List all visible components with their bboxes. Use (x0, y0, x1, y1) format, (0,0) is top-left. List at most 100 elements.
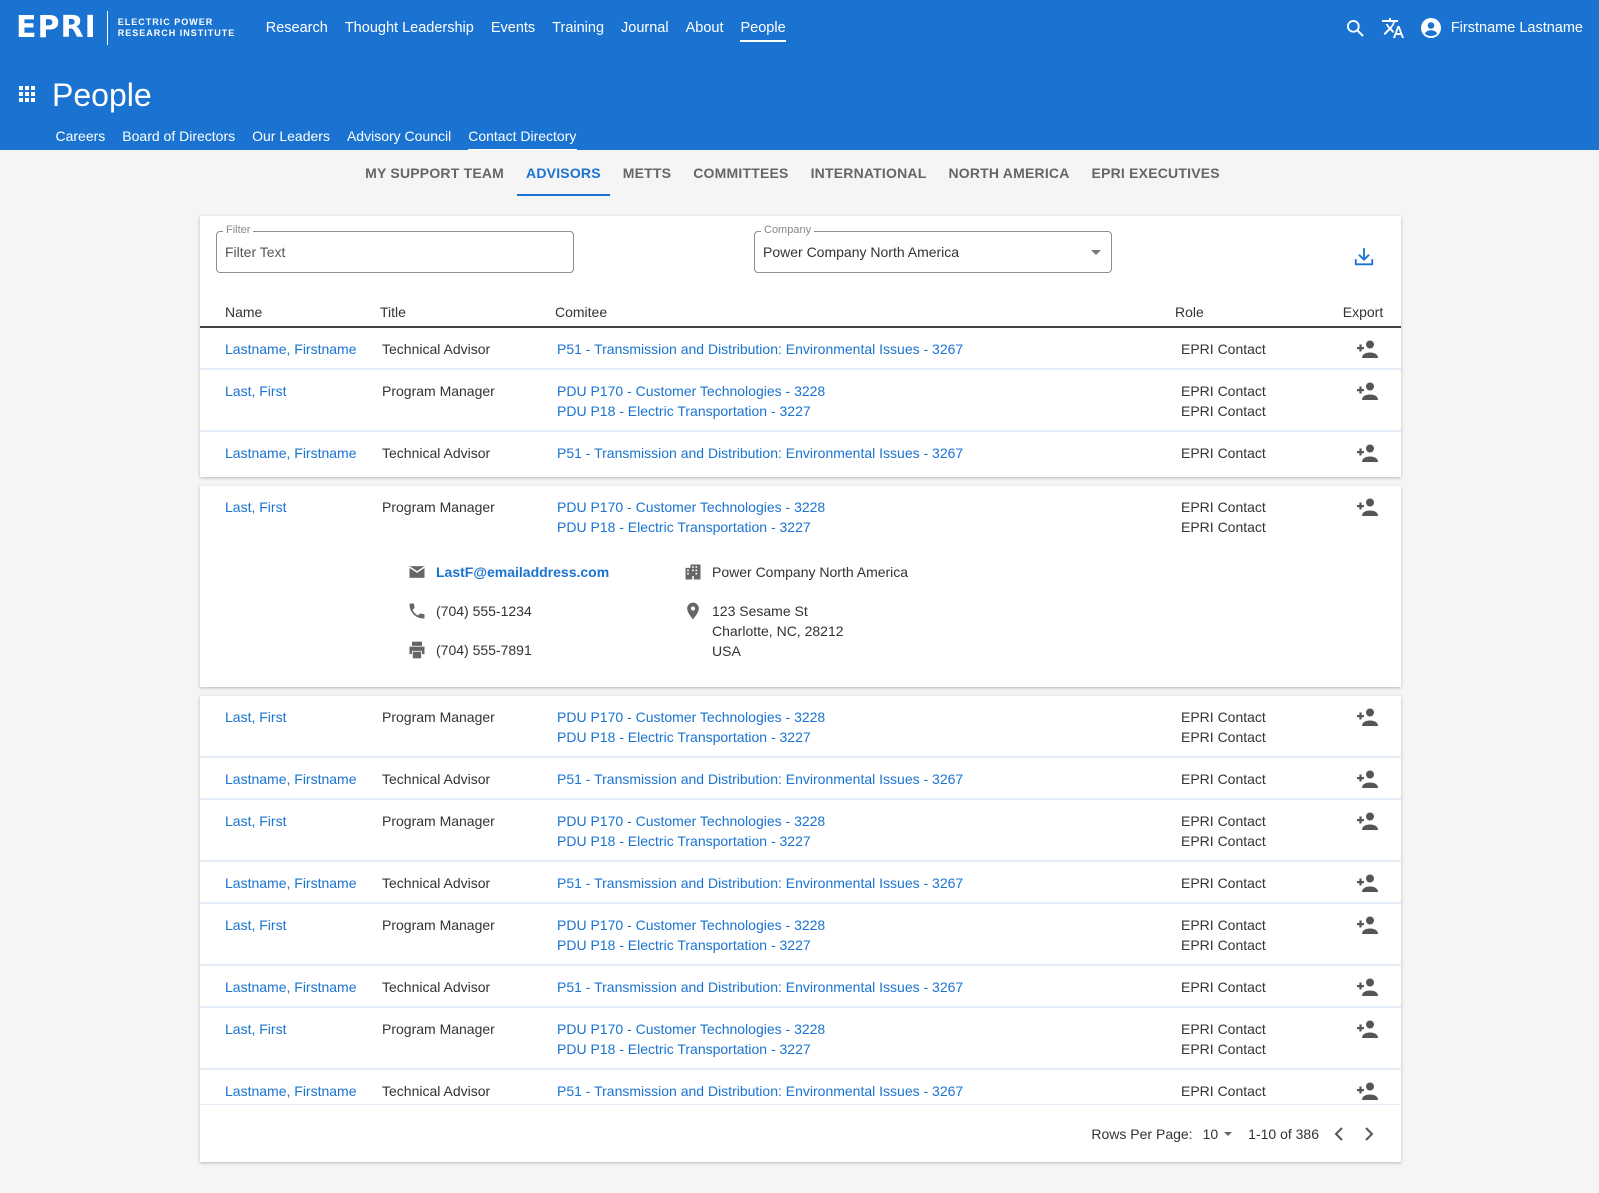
committee-link[interactable]: PDU P170 - Customer Technologies - 3228 (557, 811, 1175, 831)
person-add-icon[interactable] (1333, 977, 1401, 997)
apps-grid-icon[interactable] (18, 85, 36, 106)
person-add-icon[interactable] (1333, 1019, 1401, 1039)
logo-text: ELECTRIC POWER RESEARCH INSTITUTE (118, 17, 236, 39)
header-export: Export (1342, 304, 1384, 320)
committee-link[interactable]: PDU P170 - Customer Technologies - 3228 (557, 707, 1175, 727)
person-add-icon[interactable] (1333, 769, 1401, 789)
committee-link[interactable]: P51 - Transmission and Distribution: Env… (557, 339, 1175, 359)
committee-link[interactable]: P51 - Transmission and Distribution: Env… (557, 443, 1175, 463)
nav-thought-leadership[interactable]: Thought Leadership (336, 14, 482, 42)
committee-link[interactable]: PDU P18 - Electric Transportation - 3227 (557, 831, 1175, 851)
person-add-icon[interactable] (1333, 1081, 1401, 1101)
table-row[interactable]: Last, First Program Manager PDU P170 - Cus… (200, 800, 1401, 862)
tab-metts[interactable]: METTS (614, 164, 680, 196)
table-row[interactable]: Last, First Program Manager PDU P170 - Cus… (200, 370, 1401, 432)
translate-icon[interactable] (1379, 14, 1407, 42)
contact-name-link[interactable]: Lastname, Firstname (225, 341, 357, 357)
subnav-advisory-council[interactable]: Advisory Council (338, 124, 459, 150)
contact-name-link[interactable]: Lastname, Firstname (225, 445, 357, 461)
contact-name-link[interactable]: Last, First (225, 499, 286, 515)
person-add-icon[interactable] (1333, 915, 1401, 935)
chevron-right-icon[interactable] (1359, 1126, 1379, 1141)
nav-events[interactable]: Events (482, 14, 543, 42)
table-row[interactable]: Lastname, Firstname Technical Advisor P51 … (200, 328, 1401, 370)
committee-link[interactable]: PDU P18 - Electric Transportation - 3227 (557, 401, 1175, 421)
table-row[interactable]: Last, First Program Manager PDU P170 - Cus… (200, 696, 1401, 758)
header-actions: Firstname Lastname (1341, 14, 1583, 42)
chevron-left-icon[interactable] (1329, 1126, 1349, 1141)
filter-input[interactable]: Filter Filter Text (216, 224, 574, 273)
location-pin-icon (687, 602, 699, 620)
table-row[interactable]: Lastname, Firstname Technical Advisor P51 … (200, 966, 1401, 1008)
contact-name-link[interactable]: Lastname, Firstname (225, 979, 357, 995)
header-committee[interactable]: Comitee (555, 304, 1175, 320)
person-add-icon[interactable] (1333, 381, 1401, 401)
committee-link[interactable]: PDU P18 - Electric Transportation - 3227 (557, 935, 1175, 955)
committee-link[interactable]: PDU P18 - Electric Transportation - 3227 (557, 517, 1175, 537)
committee-link[interactable]: PDU P170 - Customer Technologies - 3228 (557, 1019, 1175, 1039)
table-row[interactable]: Lastname, Firstname Technical Advisor P51 … (200, 758, 1401, 800)
epri-logo[interactable]: EPRI ELECTRIC POWER RESEARCH INSTITUTE (16, 11, 235, 45)
company-select[interactable]: Company Power Company North America (754, 224, 1112, 273)
subnav-careers[interactable]: Careers (47, 124, 114, 150)
contact-info-column: LastF@emailaddress.com (704) 555-1234 (7… (406, 562, 682, 661)
committee-link[interactable]: PDU P18 - Electric Transportation - 3227 (557, 727, 1175, 747)
person-add-icon[interactable] (1333, 497, 1401, 517)
table-row[interactable]: Last, First Program Manager PDU P170 - Cus… (200, 1008, 1401, 1070)
nav-training[interactable]: Training (544, 14, 613, 42)
table-row[interactable]: Lastname, Firstname Technical Advisor P51 … (200, 432, 1401, 472)
committee-link[interactable]: P51 - Transmission and Distribution: Env… (557, 1081, 1175, 1101)
contact-name-link[interactable]: Last, First (225, 917, 286, 933)
committee-link[interactable]: P51 - Transmission and Distribution: Env… (557, 873, 1175, 893)
nav-people[interactable]: People (732, 14, 794, 42)
email-link[interactable]: LastF@emailaddress.com (436, 562, 609, 582)
header-role[interactable]: Role (1175, 304, 1325, 320)
committee-link[interactable]: P51 - Transmission and Distribution: Env… (557, 977, 1175, 997)
nav-research[interactable]: Research (257, 14, 336, 42)
person-add-icon[interactable] (1333, 443, 1401, 463)
committee-cell: P51 - Transmission and Distribution: Env… (555, 769, 1175, 789)
table-header: Name Title Comitee Role Export (200, 288, 1401, 328)
contact-name-link[interactable]: Last, First (225, 813, 286, 829)
contact-name-link[interactable]: Lastname, Firstname (225, 771, 357, 787)
tab-international[interactable]: INTERNATIONAL (802, 164, 936, 196)
committee-link[interactable]: PDU P170 - Customer Technologies - 3228 (557, 915, 1175, 935)
tab-my-support-team[interactable]: MY SUPPORT TEAM (356, 164, 513, 196)
tab-committees[interactable]: COMMITTEES (684, 164, 797, 196)
person-add-icon[interactable] (1333, 811, 1401, 831)
tab-epri-executives[interactable]: EPRI EXECUTIVES (1083, 164, 1229, 196)
header-name[interactable]: Name (200, 304, 380, 320)
contact-name-link[interactable]: Lastname, Firstname (225, 1083, 357, 1099)
subnav-contact-directory[interactable]: Contact Directory (460, 124, 585, 150)
person-add-icon[interactable] (1333, 339, 1401, 359)
header-title[interactable]: Title (380, 304, 555, 320)
page-title: People (52, 76, 152, 113)
committee-link[interactable]: PDU P170 - Customer Technologies - 3228 (557, 381, 1175, 401)
nav-about[interactable]: About (677, 14, 732, 42)
committee-cell: PDU P170 - Customer Technologies - 3228 P… (555, 811, 1175, 851)
table-row[interactable]: Lastname, Firstname Technical Advisor P51 … (200, 862, 1401, 904)
tab-north-america[interactable]: NORTH AMERICA (939, 164, 1078, 196)
subnav-our-leaders[interactable]: Our Leaders (244, 124, 339, 150)
nav-journal[interactable]: Journal (613, 14, 678, 42)
tab-advisors[interactable]: ADVISORS (517, 164, 610, 196)
table-row[interactable]: Last, First Program Manager PDU P170 - Cus… (200, 904, 1401, 966)
search-icon[interactable] (1341, 14, 1369, 42)
contact-name-link[interactable]: Lastname, Firstname (225, 875, 357, 891)
rows-per-page-select[interactable]: 10 (1203, 1126, 1233, 1142)
email-item: LastF@emailaddress.com (406, 562, 682, 582)
user-menu[interactable]: Firstname Lastname (1419, 16, 1583, 40)
committee-link[interactable]: PDU P170 - Customer Technologies - 3228 (557, 497, 1175, 517)
committee-link[interactable]: PDU P18 - Electric Transportation - 3227 (557, 1039, 1175, 1059)
committee-link[interactable]: P51 - Transmission and Distribution: Env… (557, 769, 1175, 789)
contact-name-link[interactable]: Last, First (225, 383, 286, 399)
contact-name-link[interactable]: Last, First (225, 1021, 286, 1037)
download-icon[interactable] (1353, 246, 1375, 271)
subnav-board-of-directors[interactable]: Board of Directors (114, 124, 244, 150)
person-add-icon[interactable] (1333, 873, 1401, 893)
committee-cell: P51 - Transmission and Distribution: Env… (555, 443, 1175, 463)
table-row[interactable]: Last, First Program Manager PDU P170 - C… (200, 486, 1401, 546)
person-add-icon[interactable] (1333, 707, 1401, 727)
rows-per-page-value: 10 (1202, 1125, 1219, 1142)
contact-name-link[interactable]: Last, First (225, 709, 286, 725)
